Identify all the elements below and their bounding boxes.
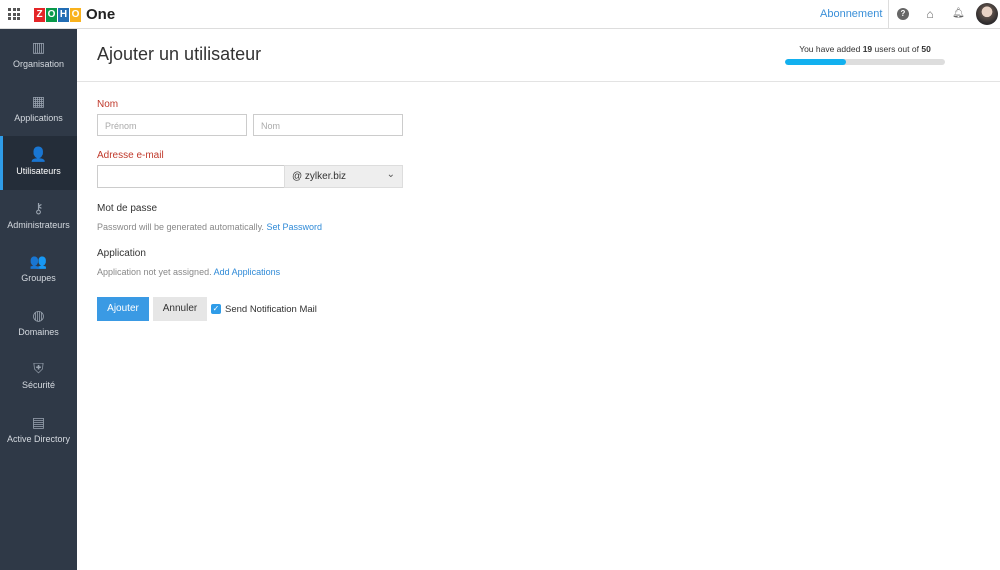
sidebar-item-label: Domaines (18, 326, 59, 337)
page-title: Ajouter un utilisateur (97, 44, 262, 64)
set-password-link[interactable]: Set Password (266, 222, 322, 232)
group-icon: 👥 (29, 253, 48, 269)
last-name-input[interactable]: Nom (253, 114, 403, 136)
sidebar-item-administrateurs[interactable]: ⚷ Administrateurs (0, 190, 77, 244)
email-input[interactable] (97, 165, 285, 188)
application-hint: Application not yet assigned. Add Applic… (97, 267, 280, 277)
bell-icon[interactable]: 🔔︎ (952, 8, 965, 20)
sidebar-item-utilisateurs[interactable]: 👤 Utilisateurs (0, 136, 77, 190)
usage-progress-fill (785, 59, 846, 65)
main-content: Ajouter un utilisateur You have added 19… (77, 29, 1000, 570)
password-hint-text: Password will be generated automatically… (97, 222, 264, 232)
apps-grid-icon: ▦ (31, 92, 46, 109)
sidebar-item-s-curit-[interactable]: ⛨ Sécurité (0, 350, 77, 404)
admin-key-icon: ⚷ (33, 199, 44, 216)
usage-text: users out of (874, 44, 919, 54)
product-name: One (86, 6, 116, 23)
notify-label: Send Notification Mail (225, 304, 317, 315)
sidebar-item-label: Utilisateurs (16, 166, 61, 176)
user-usage: You have added 19 users out of 50 (785, 44, 945, 65)
sidebar-item-label: Administrateurs (7, 219, 70, 230)
subscription-link[interactable]: Abonnement (820, 8, 882, 20)
domain-select[interactable]: @ zylker.biz ⌄ (284, 165, 403, 188)
sidebar-item-groupes[interactable]: 👥 Groupes (0, 243, 77, 297)
logo-letter: H (58, 7, 69, 22)
sidebar-item-organisation[interactable]: ▥ Organisation (0, 29, 77, 83)
add-button[interactable]: Ajouter (97, 297, 149, 321)
application-label: Application (97, 248, 146, 259)
help-icon[interactable]: ? (897, 8, 909, 20)
password-hint: Password will be generated automatically… (97, 222, 322, 232)
home-icon[interactable]: ⌂ (924, 8, 936, 20)
avatar[interactable] (976, 3, 998, 25)
usage-progress-bar (785, 59, 945, 65)
usage-count: 19 (862, 44, 873, 54)
logo-letter: O (46, 7, 57, 22)
building-icon: ▥ (31, 39, 46, 55)
cancel-button[interactable]: Annuler (153, 297, 207, 321)
logo-letter: Z (34, 7, 45, 22)
name-label: Nom (97, 99, 119, 110)
shield-icon: ⛨ (33, 360, 44, 376)
sidebar-item-label: Applications (14, 112, 63, 123)
domain-value: @ zylker.biz (292, 171, 347, 182)
password-label: Mot de passe (97, 203, 158, 214)
sidebar-item-label: Active Directory (6, 433, 70, 444)
sidebar-item-applications[interactable]: ▦ Applications (0, 83, 77, 137)
sidebar-item-label: Sécurité (21, 380, 56, 390)
page-header: Ajouter un utilisateur You have added 19… (77, 29, 1000, 82)
globe-icon: ◍ (32, 306, 45, 323)
sidebar: ▥ Organisation ▦ Applications 👤 Utilisateurs ⚷… (0, 29, 77, 570)
app-launcher-icon[interactable] (8, 8, 20, 20)
add-applications-link[interactable]: Add Applications (214, 267, 281, 277)
email-label: Adresse e-mail (97, 150, 164, 161)
zoho-one-logo[interactable]: Z O H O One (34, 6, 115, 23)
first-name-input[interactable]: Prénom (97, 114, 247, 136)
usage-total: 50 (921, 44, 931, 54)
chevron-down-icon: ⌄ (386, 169, 395, 180)
top-bar: Z O H O One Abonnement ? ⌂ 🔔︎ (0, 0, 1000, 29)
application-hint-text: Application not yet assigned. (97, 267, 212, 277)
sidebar-item-label: Organisation (12, 59, 65, 69)
sidebar-item-domaines[interactable]: ◍ Domaines (0, 297, 77, 351)
divider (888, 0, 889, 29)
directory-sync-icon: ▤ (31, 413, 46, 430)
user-icon: 👤 (29, 146, 48, 162)
sidebar-item-active-directory[interactable]: ▤ Active Directory (0, 404, 77, 458)
logo-letter: O (70, 7, 81, 22)
usage-text: You have added (799, 44, 861, 54)
notify-checkbox[interactable]: ✓ (211, 304, 221, 314)
sidebar-item-label: Groupes (21, 273, 56, 283)
